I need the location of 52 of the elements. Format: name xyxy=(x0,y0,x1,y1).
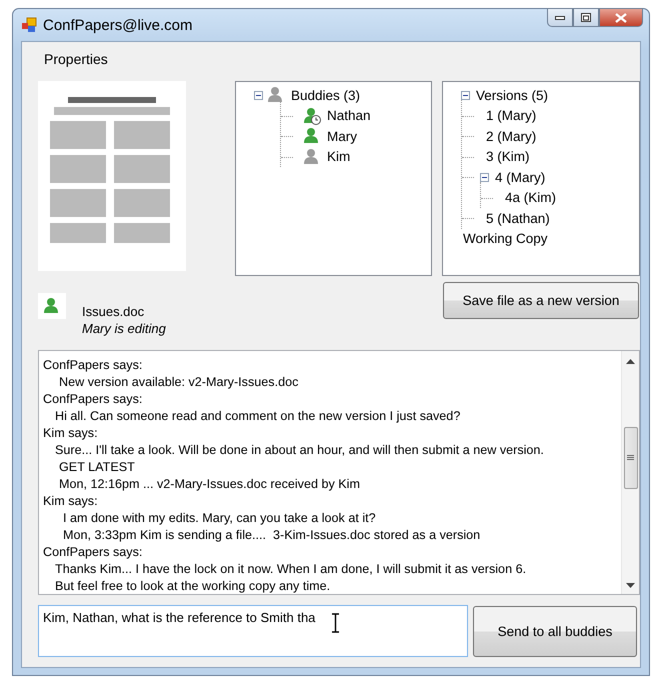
collapse-icon[interactable] xyxy=(254,90,263,100)
tree-item[interactable]: 4 (Mary) xyxy=(493,170,548,185)
tree-item[interactable]: 2 (Mary) xyxy=(484,128,538,144)
tree-item[interactable]: Nathan xyxy=(325,108,373,124)
tree-item[interactable]: Versions (5) xyxy=(474,88,550,103)
sender-label: ConfPapers says: xyxy=(43,358,142,372)
sender-label: Kim says: xyxy=(43,494,98,508)
app-icon xyxy=(21,17,37,33)
sender-label: ConfPapers says: xyxy=(43,545,142,559)
message-field[interactable]: Kim, Nathan, what is the reference to Smith tha xyxy=(38,605,468,657)
send-button[interactable]: Send to all buddies xyxy=(473,606,637,657)
minimize-icon xyxy=(555,16,565,20)
collapse-icon[interactable] xyxy=(461,90,470,100)
chat-message: GET LATEST xyxy=(59,460,135,474)
close-icon xyxy=(615,12,627,22)
scroll-thumb[interactable] xyxy=(624,427,638,489)
text-cursor-icon xyxy=(331,613,340,633)
person-icon xyxy=(43,297,61,315)
maximize-button[interactable] xyxy=(573,8,599,27)
minimize-button[interactable] xyxy=(547,8,573,27)
tree-item[interactable]: Working Copy xyxy=(461,231,550,246)
tree-item[interactable]: 3 (Kim) xyxy=(484,149,532,164)
chat-message: Mon, 12:16pm ... v2-Mary-Issues.doc received by Kim xyxy=(59,477,360,491)
sender-label: ConfPapers says: xyxy=(43,392,142,406)
chat-message: Hi all. Can someone read and comment on the new version I just saved? xyxy=(55,409,460,423)
tree-item[interactable]: Kim xyxy=(325,149,352,164)
menu-item[interactable]: Properties xyxy=(43,51,109,67)
window-title: ConfPapers@live.com xyxy=(43,16,192,34)
close-button[interactable] xyxy=(599,8,643,27)
chat-message: I am done with my edits. Mary, can you take a look at it? xyxy=(63,511,376,525)
person-icon xyxy=(303,148,321,166)
person-icon xyxy=(303,127,321,146)
tree-item[interactable]: 5 (Nathan) xyxy=(484,210,552,226)
scrollbar[interactable] xyxy=(621,351,639,594)
save-version-button[interactable]: Save file as a new version xyxy=(443,282,639,319)
tree-item[interactable]: 4a (Kim) xyxy=(503,190,558,206)
chat-message: Mon, 3:33pm Kim is sending a file.... 3-Kim-Issues.doc stored as a version xyxy=(63,528,480,542)
sender-label: Kim says: xyxy=(43,426,98,440)
tree-item[interactable]: Mary xyxy=(325,128,359,144)
file-name: Issues.doc xyxy=(82,303,146,320)
person-clock-icon xyxy=(303,106,321,125)
chat-message: New version available: v2-Mary-Issues.doc xyxy=(59,375,298,389)
chat-message: Thanks Kim... I have the lock on it now. When I am done, I will submit it as version 6. xyxy=(55,562,526,576)
chat-message: Sure... I'll take a look. Will be done in about an hour, and will then submit a new version. xyxy=(55,443,544,457)
tree-item[interactable]: Buddies (3) xyxy=(289,88,362,103)
tree-item[interactable]: 1 (Mary) xyxy=(484,108,538,124)
scroll-down-icon[interactable] xyxy=(626,582,635,588)
maximize-icon xyxy=(581,13,591,22)
scroll-up-icon[interactable] xyxy=(626,359,635,365)
editing-status: Mary is editing xyxy=(82,320,166,337)
collapse-icon[interactable] xyxy=(480,172,489,182)
chat-message: But feel free to look at the working copy any time. xyxy=(55,579,330,593)
